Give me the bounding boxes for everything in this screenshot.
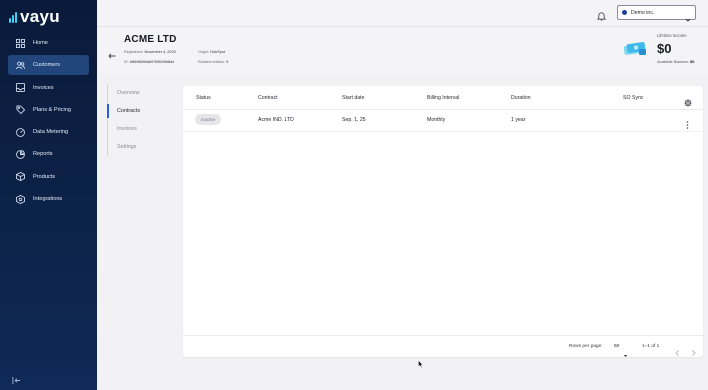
registered-label: Registered:: [124, 50, 144, 54]
inbox-icon: [16, 83, 25, 93]
organization-name: Demo inc.: [631, 9, 655, 16]
tab-settings[interactable]: Settings: [107, 138, 177, 156]
top-bar: Demo inc.: [97, 0, 708, 27]
lifetime-income-value: $0: [657, 41, 672, 56]
footer-divider: [183, 335, 703, 336]
origin-meta: Origin: HubSpot: [198, 50, 225, 54]
tab-invoices[interactable]: Invoices: [107, 120, 177, 138]
related-entities-label: Related entities:: [198, 60, 226, 64]
related-entities-value: 9: [226, 60, 229, 64]
sidebar-item-plans-pricing[interactable]: Plans & Pricing: [8, 100, 89, 120]
back-arrow-icon[interactable]: [108, 46, 116, 59]
customer-subnav: Overview Contracts Invoices Settings: [107, 84, 177, 156]
registered-meta: Registered: November 4, 2025: [124, 50, 176, 54]
products-icon: [16, 172, 25, 182]
available-balance-label: Available Balance:: [657, 59, 689, 64]
sidebar-item-invoices[interactable]: Invoices: [8, 78, 89, 98]
contract-cell[interactable]: Acme IND. LTD: [258, 117, 294, 123]
duration-cell: 1 year: [511, 117, 526, 123]
sidebar-item-label: Plans & Pricing: [33, 106, 71, 113]
column-header-duration[interactable]: Duration: [511, 95, 531, 101]
available-balance-value: $0: [690, 59, 695, 64]
reports-icon: [16, 150, 25, 159]
integrations-icon: [16, 194, 25, 204]
organization-select[interactable]: Demo inc.: [617, 5, 696, 22]
start-date-cell: Sep. 1, 25: [342, 117, 366, 123]
rows-per-page-label: Rows per page:: [569, 344, 603, 349]
organization-dot-icon: [622, 10, 627, 15]
sidebar-item-data-metering[interactable]: Data Metering: [8, 122, 89, 142]
column-header-so-sync[interactable]: SO Sync: [623, 95, 643, 101]
logo-bars-icon: [9, 11, 17, 23]
column-header-start-date[interactable]: Start date: [342, 95, 365, 101]
tab-overview[interactable]: Overview: [107, 84, 177, 102]
grid-icon: [16, 38, 25, 48]
chevron-right-icon[interactable]: [691, 343, 696, 356]
available-balance: Available Balance: $0: [657, 59, 694, 64]
chevron-left-icon[interactable]: [675, 343, 680, 356]
billing-interval-cell: Monthly: [427, 117, 446, 123]
registered-value: November 4, 2025: [144, 50, 176, 54]
sidebar: vayu Home Customers Invoices Plans & Pri…: [0, 0, 97, 390]
sidebar-item-label: Invoices: [33, 84, 54, 91]
pagination-range: 1–1 of 1: [642, 344, 660, 349]
id-meta[interactable]: ID: 6869f68fddb97f65f49b8d4: [124, 60, 174, 64]
sidebar-nav: Home Customers Invoices Plans & Pricing …: [0, 33, 97, 211]
sidebar-item-products[interactable]: Products: [8, 167, 89, 187]
id-label: ID:: [124, 60, 129, 64]
sidebar-item-label: Products: [33, 173, 56, 180]
sidebar-item-label: Integrations: [33, 196, 63, 203]
sidebar-item-home[interactable]: Home: [8, 33, 89, 53]
chevron-down-icon[interactable]: [623, 345, 628, 357]
column-header-contract[interactable]: Contract: [258, 95, 278, 101]
column-header-billing-interval[interactable]: Billing Interval: [427, 95, 459, 101]
pricing-icon: [16, 105, 25, 115]
logo-text: vayu: [20, 7, 60, 26]
money-stack-icon: [623, 40, 647, 57]
sidebar-item-label: Data Metering: [33, 129, 69, 136]
collapse-sidebar-icon[interactable]: [12, 372, 21, 385]
users-icon: [16, 61, 25, 70]
lifetime-income-label: Lifetime Income: [657, 33, 687, 38]
column-header-status[interactable]: Status: [196, 95, 211, 101]
customer-header: ACME LTD Registered: November 4, 2025 Or…: [97, 27, 708, 74]
origin-value: HubSpot: [210, 50, 226, 54]
bell-icon[interactable]: [596, 8, 607, 21]
vayu-logo[interactable]: vayu: [9, 8, 60, 25]
row-divider: [183, 131, 703, 132]
contracts-table: Status Contract Start date Billing Inter…: [183, 86, 703, 357]
customer-name: ACME LTD: [124, 34, 177, 45]
gauge-icon: [16, 127, 25, 137]
origin-label: Origin:: [198, 50, 210, 54]
header-divider: [183, 109, 703, 110]
gear-icon[interactable]: [684, 94, 692, 107]
id-value: 6869f68fddb97f65f49b8d4: [129, 60, 175, 64]
sidebar-item-label: Customers: [33, 62, 61, 69]
sidebar-item-customers[interactable]: Customers: [8, 55, 89, 76]
status-badge: Inactive: [195, 114, 222, 125]
related-entities-meta[interactable]: Related entities: 9: [198, 60, 228, 64]
sidebar-item-label: Reports: [33, 151, 53, 158]
sidebar-item-reports[interactable]: Reports: [8, 144, 89, 164]
mouse-cursor-icon: [418, 355, 424, 368]
tab-contracts[interactable]: Contracts: [107, 102, 177, 120]
sidebar-item-integrations[interactable]: Integrations: [8, 189, 89, 209]
more-vertical-icon[interactable]: [686, 116, 689, 129]
rows-per-page-select[interactable]: 50: [614, 344, 619, 349]
chevron-down-icon: [685, 10, 691, 22]
sidebar-item-label: Home: [33, 40, 48, 46]
